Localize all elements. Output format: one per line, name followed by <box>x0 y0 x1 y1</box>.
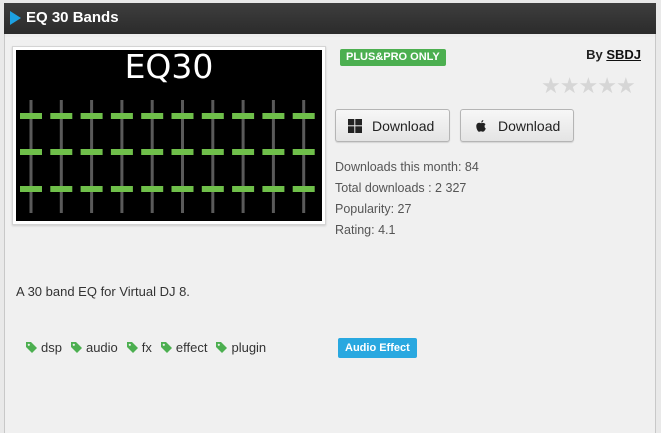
thumbnail-label: EQ30 <box>125 50 214 86</box>
window-title: EQ 30 Bands <box>26 9 119 26</box>
plugin-thumbnail: EQ30 <box>12 46 326 225</box>
eq-slider-knob <box>171 186 194 192</box>
download-mac-button[interactable]: Download <box>460 109 574 142</box>
tag-item[interactable]: effect <box>160 340 208 355</box>
eq-slider-knob <box>171 149 194 155</box>
eq-slider-knob <box>110 186 133 192</box>
tag-label: audio <box>85 340 118 355</box>
apple-icon <box>476 119 486 132</box>
tag-label: fx <box>141 340 152 355</box>
eq-slider-knob <box>201 149 224 155</box>
eq-slider-knob <box>201 113 224 119</box>
star-icon[interactable]: ★ <box>560 73 580 98</box>
download-stats: Downloads this month: 84 Total downloads… <box>335 157 479 241</box>
eq-slider-knob <box>80 113 103 119</box>
star-icon[interactable]: ★ <box>578 73 598 98</box>
author-link[interactable]: SBDJ <box>606 47 641 62</box>
eq-slider-knob <box>141 149 164 155</box>
tag-list: dsp audio fx effect plugin <box>26 340 266 355</box>
eq-slider-knob <box>262 186 285 192</box>
eq-slider-knob <box>20 186 42 192</box>
star-icon[interactable]: ★ <box>616 73 636 98</box>
eq-slider-knob <box>292 149 315 155</box>
eq-slider-knob <box>262 149 285 155</box>
title-bar: EQ 30 Bands <box>4 3 656 34</box>
eq-slider-knob <box>110 113 133 119</box>
play-arrow-icon <box>10 11 21 25</box>
tag-icon <box>26 342 37 353</box>
eq-slider-knob <box>292 113 315 119</box>
star-icon[interactable]: ★ <box>541 73 561 98</box>
download-windows-label: Download <box>372 117 435 134</box>
stat-popularity: Popularity: 27 <box>335 202 412 216</box>
eq-slider-knob <box>141 113 164 119</box>
eq-slider-knob <box>201 186 224 192</box>
eq-slider-knob <box>80 186 103 192</box>
tag-icon <box>126 342 138 353</box>
eq-slider-knob <box>232 149 255 155</box>
eq-slider-knob <box>262 113 285 119</box>
windows-icon <box>348 118 362 133</box>
eq-slider-knob <box>80 149 103 155</box>
tag-icon <box>216 342 228 353</box>
author-prefix: By <box>586 47 603 62</box>
tag-label: plugin <box>231 340 267 355</box>
eq-thumbnail-image: EQ30 <box>16 50 322 221</box>
tag-item[interactable]: fx <box>126 340 152 355</box>
author-line: By SBDJ <box>586 47 641 62</box>
tag-icon <box>160 342 172 353</box>
star-icon[interactable]: ★ <box>597 73 617 98</box>
tag-label: dsp <box>41 340 62 355</box>
eq-slider-knob <box>141 186 164 192</box>
tag-label: effect <box>175 340 208 355</box>
eq-slider-knob <box>232 113 255 119</box>
eq-slider-knob <box>292 186 315 192</box>
tag-item[interactable]: plugin <box>216 340 266 355</box>
stat-downloads-total: Total downloads : 2 327 <box>335 181 467 195</box>
eq-slider-knob <box>20 149 42 155</box>
eq-slider-knob <box>50 186 73 192</box>
eq-slider-knob <box>50 113 73 119</box>
eq-slider-knob <box>50 149 73 155</box>
plugin-description: A 30 band EQ for Virtual DJ 8. <box>16 284 190 299</box>
rating-stars[interactable]: ★★★★★ <box>541 73 636 99</box>
tag-icon <box>70 342 82 353</box>
eq-slider-knob <box>171 113 194 119</box>
plan-badge: PLUS&PRO ONLY <box>340 49 446 66</box>
category-badge[interactable]: Audio Effect <box>338 338 417 358</box>
download-windows-button[interactable]: Download <box>335 109 450 142</box>
stat-downloads-month: Downloads this month: 84 <box>335 160 479 174</box>
stat-rating: Rating: 4.1 <box>335 223 396 237</box>
tag-item[interactable]: dsp <box>26 340 62 355</box>
download-mac-label: Download <box>498 117 561 134</box>
eq-slider-knob <box>232 186 255 192</box>
eq-slider-knob <box>20 113 42 119</box>
eq-slider-knob <box>110 149 133 155</box>
tag-item[interactable]: audio <box>70 340 118 355</box>
